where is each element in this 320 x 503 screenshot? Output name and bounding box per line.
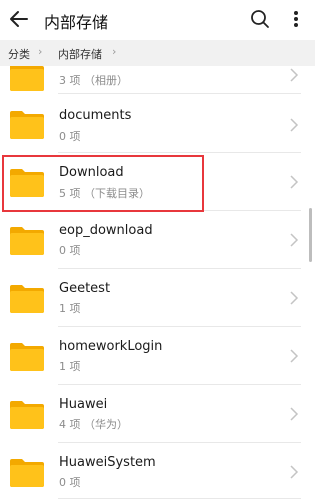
folder-name: HuaweiSystem bbox=[59, 455, 156, 470]
chevron-right-icon bbox=[290, 349, 299, 363]
breadcrumb-item-category[interactable]: 分类 bbox=[8, 46, 30, 62]
list-item-folder[interactable]: eop_download 0 项 bbox=[0, 211, 315, 269]
back-button[interactable] bbox=[6, 6, 32, 32]
chevron-right-icon bbox=[290, 118, 299, 132]
folder-meta: 0 项 bbox=[59, 476, 81, 489]
folder-meta: 1 项 bbox=[59, 302, 81, 315]
folder-icon bbox=[10, 285, 44, 313]
folder-name: homeworkLogin bbox=[59, 339, 163, 354]
list-item-folder[interactable]: Geetest 1 项 bbox=[0, 269, 315, 327]
folder-icon bbox=[10, 111, 44, 139]
list-item-folder[interactable]: 3 项 （相册） bbox=[0, 66, 315, 100]
chevron-right-icon bbox=[290, 291, 299, 305]
folder-meta: 3 项 （相册） bbox=[59, 74, 128, 87]
chevron-right-icon bbox=[290, 233, 299, 247]
breadcrumb-item-internal-storage[interactable]: 内部存储 bbox=[58, 46, 102, 62]
folder-meta: 0 项 bbox=[59, 130, 81, 143]
folder-list: 3 项 （相册） documents 0 项 Download 5 项 （下载目… bbox=[0, 66, 315, 503]
list-item-folder[interactable]: documents 0 项 bbox=[0, 96, 315, 154]
app-bar: 内部存储 bbox=[0, 0, 315, 40]
folder-icon bbox=[10, 227, 44, 255]
page-title: 内部存储 bbox=[44, 13, 109, 32]
folder-meta: 5 项 （下载目录） bbox=[59, 187, 150, 200]
divider bbox=[58, 498, 301, 499]
folder-name: Geetest bbox=[59, 281, 111, 296]
list-item-folder[interactable]: HuaweiSystem 0 项 bbox=[0, 443, 315, 501]
folder-name: Download bbox=[59, 165, 124, 180]
breadcrumb-separator: › bbox=[112, 45, 117, 58]
arrow-left-icon bbox=[10, 11, 28, 27]
folder-name: eop_download bbox=[59, 223, 153, 238]
folder-icon bbox=[10, 401, 44, 429]
chevron-right-icon bbox=[290, 407, 299, 421]
more-vertical-icon bbox=[294, 11, 298, 27]
folder-icon bbox=[10, 169, 44, 197]
folder-meta: 0 项 bbox=[59, 244, 81, 257]
more-options-button[interactable] bbox=[286, 7, 306, 31]
scrollbar[interactable] bbox=[309, 208, 312, 262]
folder-name: Huawei bbox=[59, 397, 108, 412]
list-item-folder[interactable]: homeworkLogin 1 项 bbox=[0, 327, 315, 385]
breadcrumb-separator: › bbox=[38, 45, 43, 58]
folder-name: documents bbox=[59, 108, 132, 123]
folder-meta: 1 项 bbox=[59, 360, 81, 373]
chevron-right-icon bbox=[290, 465, 299, 479]
search-button[interactable] bbox=[248, 7, 272, 31]
folder-icon bbox=[10, 66, 44, 91]
list-item-folder[interactable]: Download 5 项 （下载目录） bbox=[0, 153, 315, 211]
folder-meta: 4 项 （华为） bbox=[59, 418, 128, 431]
chevron-right-icon bbox=[290, 175, 299, 189]
divider bbox=[58, 93, 301, 94]
folder-icon bbox=[10, 343, 44, 371]
breadcrumb: 分类 › 内部存储 › bbox=[0, 40, 315, 66]
search-icon bbox=[251, 10, 269, 28]
chevron-right-icon bbox=[290, 68, 299, 82]
folder-icon bbox=[10, 459, 44, 487]
list-item-folder[interactable]: Huawei 4 项 （华为） bbox=[0, 385, 315, 443]
